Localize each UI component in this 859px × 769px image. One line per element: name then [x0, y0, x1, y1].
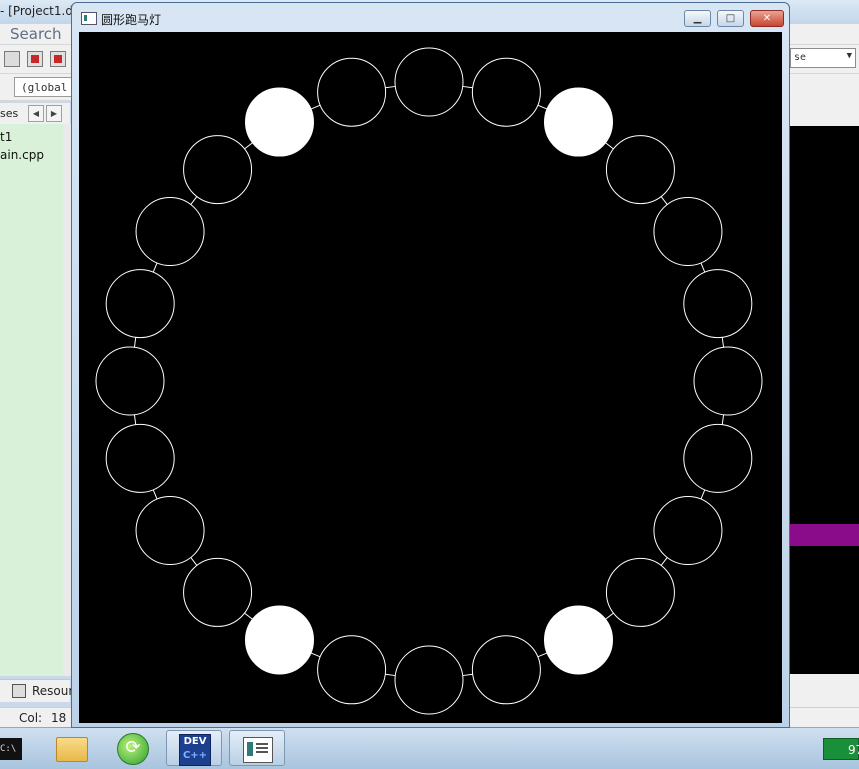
maximize-button[interactable]: □	[717, 10, 744, 27]
close-icon: ✕	[762, 13, 772, 24]
lamp-connector	[721, 414, 725, 425]
lamp-connector	[385, 85, 396, 89]
lamp-connector	[190, 557, 198, 566]
lamp-connector	[133, 337, 137, 348]
lamp-connector	[385, 673, 396, 677]
lamp-unlit	[471, 635, 541, 705]
tab-scroll-left-icon[interactable]: ◀	[28, 105, 44, 122]
scope-combo[interactable]: (global	[14, 77, 72, 97]
lamp-connector	[244, 612, 253, 620]
lamp-connector	[133, 414, 137, 425]
lamp-unlit	[693, 346, 763, 416]
lamp-unlit	[105, 269, 175, 339]
project-panel: t1 ain.cpp	[0, 124, 64, 676]
lamp-unlit	[317, 57, 387, 127]
devcpp-icon: DEV C++	[179, 734, 211, 766]
lamp-unlit	[95, 346, 165, 416]
lamp-unlit	[683, 423, 753, 493]
menu-search[interactable]: Search	[10, 25, 62, 43]
lamp-connector	[721, 337, 725, 348]
lamp-connector	[537, 104, 548, 110]
build-config-select[interactable]: se ▼	[790, 48, 856, 68]
window-title: 圆形跑马灯	[101, 13, 162, 27]
lamp-connector	[700, 489, 706, 500]
console-highlight	[790, 524, 859, 546]
status-col-label: Col:	[19, 711, 43, 725]
ide-toolbar-right	[790, 74, 859, 126]
tab-resources[interactable]: Resour	[0, 679, 74, 702]
lamp-unlit	[394, 47, 464, 117]
project-tabs: ses ◀ ▶	[0, 103, 70, 125]
lamp-unlit	[605, 135, 675, 205]
lamp-unlit	[135, 197, 205, 266]
console-icon: C:\	[0, 738, 22, 760]
lamp-connector	[462, 85, 473, 89]
lamp-unlit	[135, 496, 205, 565]
lamp-connector	[605, 612, 614, 620]
project-tree-item[interactable]: ain.cpp	[0, 148, 44, 162]
app-window-icon	[243, 737, 273, 763]
lamp-connector	[244, 142, 253, 150]
tab-resources-label: Resour	[32, 684, 74, 698]
devcpp-sub: C++	[182, 750, 208, 761]
resources-icon	[12, 684, 26, 698]
close-button[interactable]: ✕	[750, 10, 784, 27]
devcpp-label: DEV	[183, 736, 207, 747]
lamp-lit	[544, 605, 613, 675]
tab-scroll-right-icon[interactable]: ▶	[46, 105, 62, 122]
drawing-canvas	[79, 32, 782, 723]
project-tree-item[interactable]: t1	[0, 130, 12, 144]
lamp-connector	[152, 262, 158, 273]
lamp-unlit	[394, 645, 464, 715]
lamp-connector	[660, 557, 668, 566]
maximize-icon: □	[725, 13, 736, 24]
close-file-icon[interactable]	[50, 51, 66, 67]
folder-icon	[56, 737, 88, 762]
lamp-connector	[190, 196, 198, 205]
lamp-unlit	[105, 423, 175, 493]
ide-title: - [Project1.d	[0, 4, 73, 18]
lamp-connector	[310, 104, 321, 110]
lamp-connector	[605, 142, 614, 150]
window-app-icon	[81, 12, 97, 25]
lamp-connector	[700, 262, 706, 273]
lamp-unlit	[683, 269, 753, 339]
taskbar: C:\ ⟳ DEV C++ 97	[0, 727, 859, 769]
lamp-unlit	[317, 635, 387, 705]
graphics-window: 圆形跑马灯 ▁ □ ✕	[71, 2, 790, 728]
lamp-connector	[537, 652, 548, 658]
minimize-icon: ▁	[693, 13, 702, 24]
lamp-lit	[544, 87, 613, 157]
delete-icon[interactable]	[27, 51, 43, 67]
console-output	[790, 126, 859, 674]
tab-classes[interactable]: ses	[0, 107, 18, 120]
lamp-unlit	[471, 57, 541, 127]
taskbar-devcpp-button[interactable]: DEV C++	[166, 730, 222, 766]
taskbar-app-button[interactable]	[229, 730, 285, 766]
project-scrollbar[interactable]	[63, 124, 71, 676]
tray-badge[interactable]: 97	[823, 738, 859, 760]
lamp-lit	[245, 87, 314, 157]
lamp-connector	[310, 652, 321, 658]
refresh-browser-icon: ⟳	[117, 733, 149, 765]
taskbar-explorer-button[interactable]	[43, 730, 99, 766]
copy-icon[interactable]	[4, 51, 20, 67]
lamp-unlit	[653, 496, 723, 565]
lamp-connector	[152, 489, 158, 500]
lamp-connector	[660, 196, 668, 205]
lamp-unlit	[605, 557, 675, 627]
status-col-value: 18	[51, 711, 67, 725]
build-config-value: se	[794, 52, 807, 63]
ring-svg	[95, 47, 763, 715]
lamp-connector	[462, 673, 473, 677]
lamp-unlit	[183, 557, 253, 627]
taskbar-console-button[interactable]: C:\	[0, 730, 30, 766]
lamp-unlit	[183, 135, 253, 205]
lamp-unlit	[653, 197, 723, 266]
lamp-lit	[245, 605, 314, 675]
right-panel-footer	[790, 674, 859, 707]
taskbar-browser-button[interactable]: ⟳	[105, 730, 161, 766]
minimize-button[interactable]: ▁	[684, 10, 711, 27]
chevron-down-icon: ▼	[846, 51, 852, 61]
